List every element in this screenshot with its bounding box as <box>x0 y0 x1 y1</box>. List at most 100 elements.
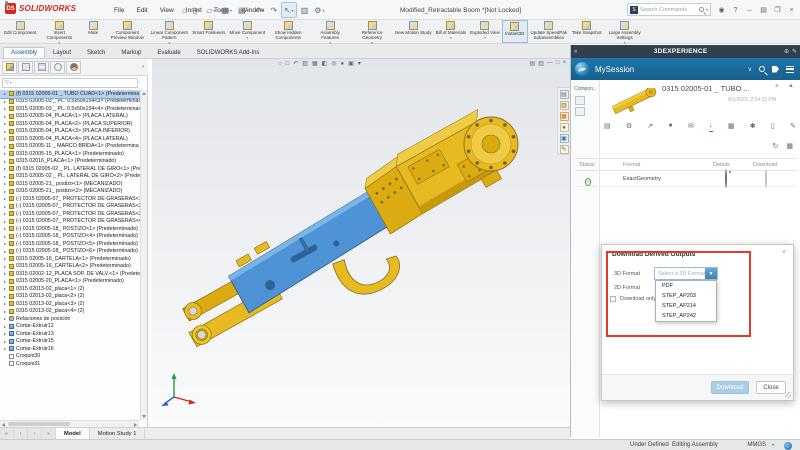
configuration-manager-tab[interactable] <box>34 61 49 74</box>
toolbar-button[interactable]: New Motion Study ▾ <box>393 20 434 43</box>
tree-item[interactable]: ▸ 0315 02005-04_PLACA<2> (PLACA SUPERIOR… <box>0 120 140 128</box>
select-icon[interactable]: ↖▾ <box>281 2 297 18</box>
dropdown-option[interactable]: STEP_AP203 <box>656 291 716 301</box>
search-scope-icon[interactable]: S <box>630 6 638 14</box>
open-icon[interactable]: ▱▾ <box>204 2 217 18</box>
tree-item[interactable]: ▸ (-) 0315 02005-07_ PROTECTOR DE GRASER… <box>0 218 140 226</box>
3dexperience-compass-icon[interactable] <box>575 62 589 76</box>
ribbon-tab[interactable]: SOLIDWORKS Add-Ins <box>189 47 268 58</box>
tab-scroll-last-icon[interactable]: » <box>42 428 56 439</box>
tree-item[interactable]: ▸ (-) 0315 02005-07_ PROTECTOR DE GRASER… <box>0 203 140 211</box>
home-icon[interactable]: ⌂▾ <box>180 2 189 18</box>
toolbar-button[interactable]: Move Component ▾ <box>228 20 268 43</box>
ribbon-tab[interactable]: Assembly <box>3 47 45 58</box>
table-row[interactable]: ✓ ExactGeometry <box>575 171 797 187</box>
tree-item[interactable]: ▸ Cortar-Extruir15 <box>0 338 140 346</box>
scroll-up-icon[interactable] <box>142 92 146 95</box>
tree-item[interactable]: ▸ Cortar-Extruir12 <box>0 323 140 331</box>
filter-funnel-icon[interactable]: ▽ <box>5 80 9 86</box>
session-tag-icon[interactable] <box>772 66 779 73</box>
tree-item[interactable]: ▸ Cortar-Extruir16 <box>0 345 140 353</box>
refresh-icon[interactable]: ↻ <box>773 142 779 150</box>
tab-scroll-prev-icon[interactable]: ‹ <box>14 428 28 439</box>
dropdown-arrow-icon[interactable]: ▾ <box>484 36 486 40</box>
tree-item[interactable]: ▸ 0315 02013-02_placa<4> (2) <box>0 308 140 316</box>
derived-outputs-icon[interactable]: ↓ <box>709 122 713 132</box>
dataset-icon[interactable]: ▦ <box>728 122 735 132</box>
tree-item[interactable]: ▸ 0315 02005-11 _ MARCO BRIDA<1> (Predet… <box>0 143 140 151</box>
toolbar-button[interactable]: Insert Components ▾ <box>38 20 80 43</box>
units-dropdown-icon[interactable]: ▾ <box>772 442 774 447</box>
model-tab[interactable]: Model <box>56 428 90 439</box>
item-collapse-icon[interactable]: ▲ <box>788 83 794 89</box>
tree-item[interactable]: ▸ (-) 0315 02005-18_ POSTIZO<4> (Predete… <box>0 233 140 241</box>
toolbar-button[interactable]: Assembly Features ▾ <box>309 20 351 43</box>
user-icon[interactable]: ◉ <box>715 3 728 17</box>
combobox-arrow-icon[interactable]: ▼ <box>705 268 717 279</box>
3dexperience-status-icon[interactable] <box>784 442 792 450</box>
menu-item[interactable]: Edit <box>130 0 153 20</box>
tree-item[interactable]: ▸ 0315 02005-16_CARTELA<1> (Predetermina… <box>0 255 140 263</box>
tree-vertical-scrollbar[interactable] <box>140 90 147 420</box>
dropdown-option[interactable]: PDF <box>656 281 716 291</box>
print-icon[interactable]: ▤▾ <box>236 2 251 18</box>
panel-pin-icon[interactable]: ✎ <box>792 48 797 55</box>
dropdown-arrow-icon[interactable]: ▾ <box>450 36 452 40</box>
tree-item[interactable]: ▸ 0315 02005-04_PLACA<4> (PLACA LATERAL) <box>0 135 140 143</box>
toolbar-button[interactable]: Reference Geometry ▾ <box>351 20 393 43</box>
dialog-close-icon[interactable]: × <box>782 249 786 256</box>
item-close-icon[interactable]: × <box>775 83 779 90</box>
comments-icon[interactable]: ✉ <box>688 122 694 132</box>
dimxpert-manager-tab[interactable] <box>50 61 65 74</box>
motion-study-tab[interactable]: Motion Study 1 <box>90 428 146 439</box>
export-table-icon[interactable]: ▦ <box>786 142 793 150</box>
session-search-icon[interactable] <box>759 66 765 72</box>
search-commands-box[interactable]: S Search Commands ▾ <box>627 3 711 16</box>
tree-item[interactable]: ▸ (-) 0315 02005-18_ POSTIZO<1> (Predete… <box>0 225 140 233</box>
redo-icon[interactable]: ↷▾ <box>268 2 279 18</box>
share-icon[interactable]: ↗ <box>647 122 653 132</box>
display-manager-tab[interactable] <box>66 61 81 74</box>
tree-item[interactable]: ▸ Croquis30 <box>0 353 140 361</box>
tree-item[interactable]: ▸ 0315 02016_PLACA<1> (Predeterminado) <box>0 158 140 166</box>
toolbar-button[interactable]: Exploded View ▾ <box>468 20 502 43</box>
tab-scroll-first-icon[interactable]: « <box>0 428 14 439</box>
toolbar-button[interactable]: Bill of Materials ▾ <box>434 20 469 43</box>
tree-item[interactable]: ▸ (-) 0315 02005-18_ POSTIZO<6> (Predete… <box>0 248 140 256</box>
toolbar-button[interactable]: Edit Component ▾ <box>2 20 38 43</box>
tree-item[interactable]: ▸ 0315 02005-15_PLACA<1> (Predeterminado… <box>0 150 140 158</box>
close-button[interactable]: Close <box>756 381 786 394</box>
settings-icon[interactable]: ✱ <box>750 122 756 132</box>
tree-item[interactable]: ▸ 0315 02005-04_PLACA<1> (PLACA LATERAL) <box>0 113 140 121</box>
toolbar-button[interactable]: Component Preview Window ▾ <box>106 20 148 43</box>
download-radio[interactable] <box>765 169 767 188</box>
close-icon[interactable]: × <box>785 3 798 17</box>
tree-filter-bar[interactable]: ▽ ▾ <box>2 78 138 88</box>
tab-scroll-next-icon[interactable]: › <box>28 428 42 439</box>
options-icon[interactable]: ⚙▾ <box>312 2 326 18</box>
tree-item[interactable]: ▸ (-) 0315 02005-07_ PROTECTOR DE GRASER… <box>0 195 140 203</box>
tree-item[interactable]: ▸ 0315 02005-02 _ PL. LATERAL DE GIRO<2>… <box>0 173 140 181</box>
scrollbar-thumb[interactable] <box>8 422 70 426</box>
tree-item[interactable]: ▸ (-) 0315 02005-07_ PROTECTOR DE GRASER… <box>0 210 140 218</box>
ribbon-tab[interactable]: Markup <box>113 47 149 58</box>
search-icon[interactable] <box>699 7 704 12</box>
3d-format-combobox[interactable]: Select a 3D Format ▼ <box>654 267 718 280</box>
scroll-down-icon[interactable] <box>142 415 146 418</box>
panel-options-icon[interactable]: ⊕ <box>784 48 789 55</box>
session-chevron-icon[interactable]: ∨ <box>748 66 752 73</box>
toolbar-button[interactable]: Instant3D ▾ <box>502 20 528 43</box>
undo-icon[interactable]: ↶▾ <box>253 2 267 18</box>
download-button[interactable]: Download <box>711 381 749 394</box>
tree-item[interactable]: ▸ 0315 02005-16_CARTELA<2> (Predetermina… <box>0 263 140 271</box>
tree-item[interactable]: ▸ 0315 02005-21_ postizo<1> (MECANIZADO) <box>0 180 140 188</box>
scroll-left-icon[interactable] <box>2 423 5 427</box>
session-menu-icon[interactable] <box>786 66 794 73</box>
toolbar-button[interactable]: Mate ▾ <box>80 20 106 43</box>
components-tree-icon[interactable] <box>575 96 585 105</box>
download-only-checkbox[interactable] <box>610 296 616 302</box>
property-manager-tab[interactable] <box>18 61 33 74</box>
toolbar-button[interactable]: Take Snapshot ▾ <box>570 20 604 43</box>
restore-icon[interactable]: ❐ <box>771 3 784 17</box>
tools-icon[interactable]: ⚙ <box>626 122 632 132</box>
